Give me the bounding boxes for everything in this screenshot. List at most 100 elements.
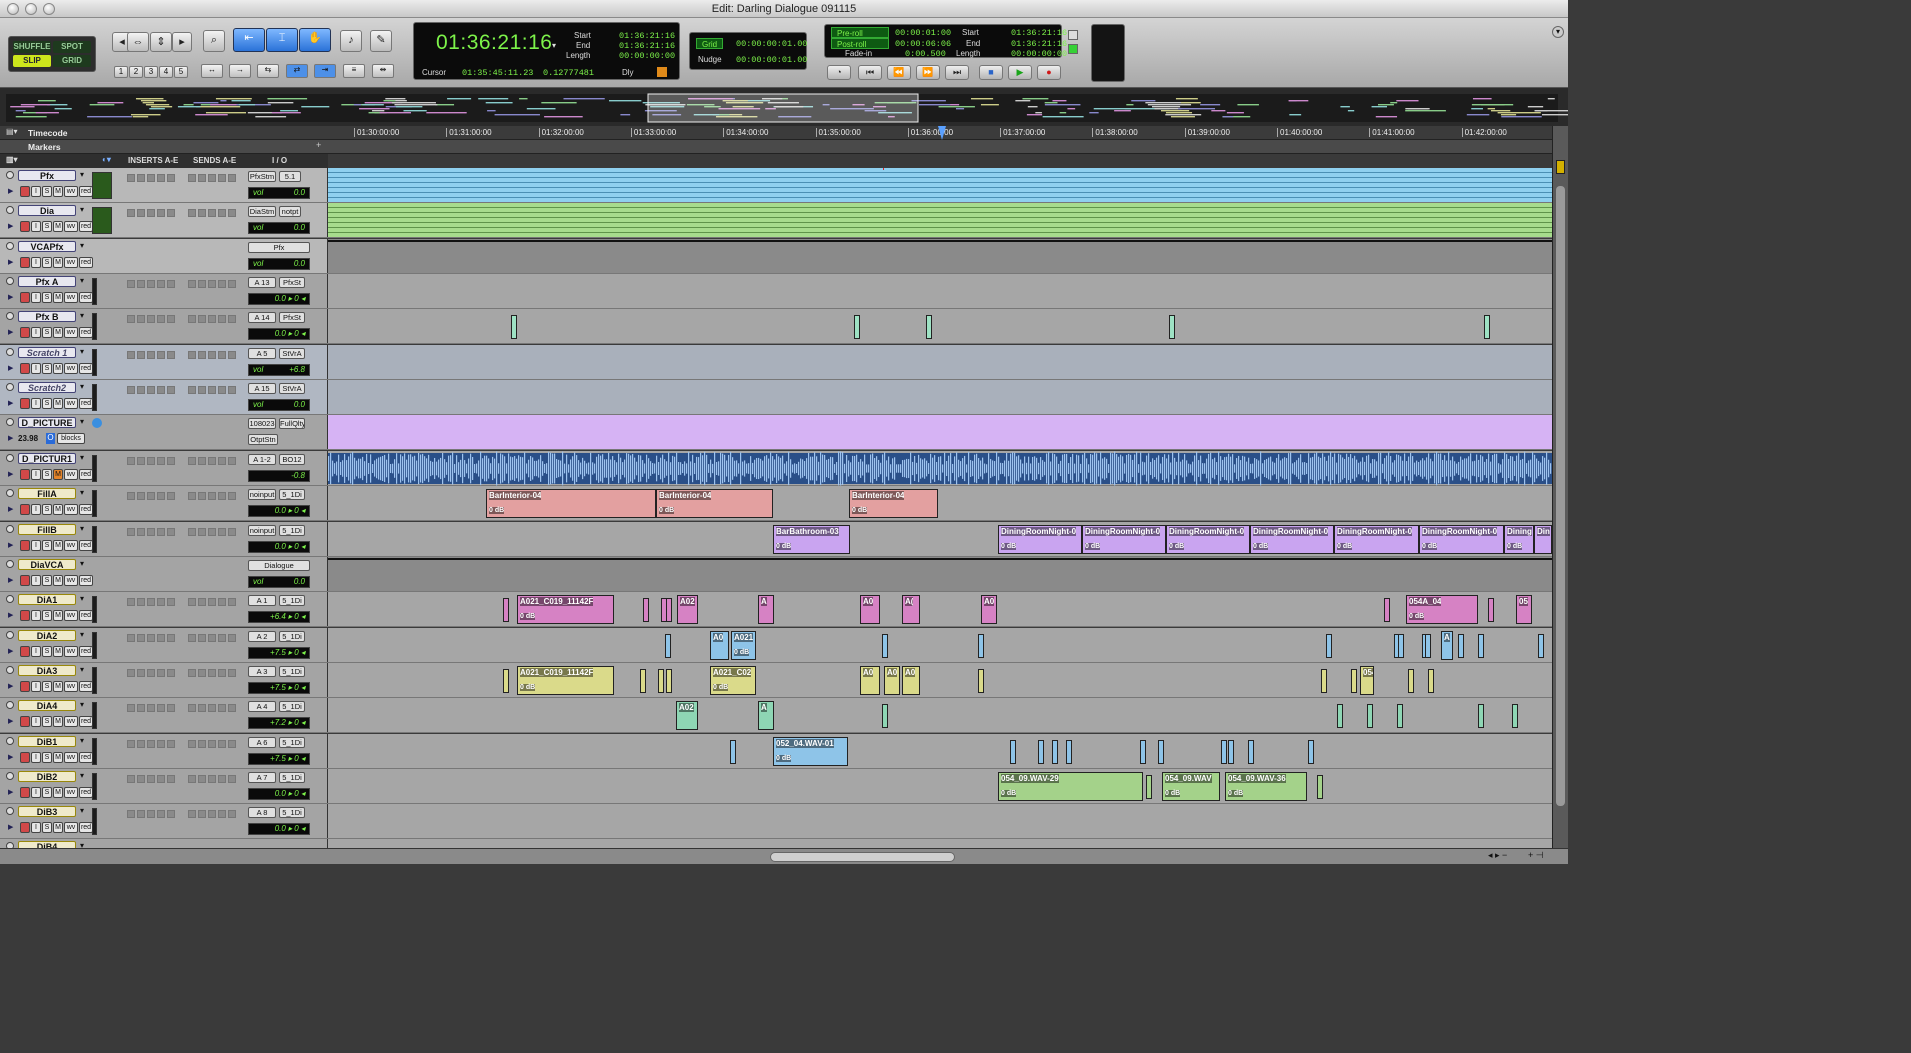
clip-fragment[interactable] <box>1326 634 1332 658</box>
input-selector[interactable]: Dialogue <box>248 560 310 571</box>
insert-slot[interactable] <box>127 634 135 642</box>
midi-merge-icon[interactable] <box>1068 30 1078 40</box>
send-slot[interactable] <box>218 386 226 394</box>
timebase-selector[interactable]: red <box>79 646 93 657</box>
input-monitor-button[interactable]: I <box>31 504 41 515</box>
insert-slot[interactable] <box>147 351 155 359</box>
send-slot[interactable] <box>218 492 226 500</box>
solo-button[interactable]: S <box>42 292 52 303</box>
stop-icon[interactable]: ■ <box>979 65 1003 80</box>
track-menu-icon[interactable]: ▾ <box>80 276 84 285</box>
solo-button[interactable]: S <box>42 186 52 197</box>
send-slot[interactable] <box>198 704 206 712</box>
insert-slot[interactable] <box>147 209 155 217</box>
insert-slot[interactable] <box>127 492 135 500</box>
insert-slot[interactable] <box>137 775 145 783</box>
track-menu-icon[interactable]: ▾ <box>80 630 84 639</box>
timebase-selector[interactable]: red <box>79 822 93 833</box>
track-menu-icon[interactable]: ▾ <box>80 488 84 497</box>
send-slot[interactable] <box>198 669 206 677</box>
send-slot[interactable] <box>208 351 216 359</box>
audio-clip[interactable]: A0 <box>902 666 920 695</box>
input-monitor-button[interactable]: I <box>31 186 41 197</box>
disclosure-triangle-icon[interactable]: ▶ <box>8 788 13 796</box>
input-monitor-button[interactable]: I <box>31 787 41 798</box>
track-fold-icon[interactable] <box>6 525 14 533</box>
send-slot[interactable] <box>198 598 206 606</box>
send-slot[interactable] <box>208 775 216 783</box>
timebase-selector[interactable]: red <box>79 752 93 763</box>
track-menu-icon[interactable]: ▾ <box>80 524 84 533</box>
track-playlist[interactable] <box>328 309 1552 343</box>
track-fold-icon[interactable] <box>6 737 14 745</box>
insert-slot[interactable] <box>157 280 165 288</box>
send-slot[interactable] <box>208 528 216 536</box>
zoom-preset-4[interactable]: 4 <box>159 66 173 78</box>
send-slot[interactable] <box>218 528 226 536</box>
shuffle-mode-button[interactable]: SHUFFLE <box>13 41 51 53</box>
insert-slot[interactable] <box>157 209 165 217</box>
solo-button[interactable]: S <box>42 610 52 621</box>
add-marker-icon[interactable]: + <box>316 140 321 150</box>
track-fold-icon[interactable] <box>6 383 14 391</box>
mute-button[interactable]: M <box>53 221 63 232</box>
track-name[interactable]: Pfx <box>18 170 76 181</box>
volume-display[interactable]: 0.0 ▸ 0 ◂ <box>248 788 310 800</box>
window-menu-chevron-icon[interactable]: ▾ <box>1552 26 1564 38</box>
insert-slot[interactable] <box>127 174 135 182</box>
audio-clip[interactable]: DiningRoomNight-0 0 dB <box>998 525 1082 554</box>
insert-slot[interactable] <box>147 174 155 182</box>
solo-button[interactable]: S <box>42 504 52 515</box>
output-selector[interactable]: StVrA <box>279 348 305 359</box>
disclosure-triangle-icon[interactable]: ▶ <box>8 647 13 655</box>
audio-clip[interactable]: BarInterior-04 0 dB <box>849 489 938 518</box>
send-slot[interactable] <box>218 740 226 748</box>
track-menu-icon[interactable]: ▾ <box>80 347 84 356</box>
track-playlist[interactable]: A0 A021 0 dB A <box>328 628 1552 662</box>
send-slot[interactable] <box>188 315 196 323</box>
track-name[interactable]: FillB <box>18 524 76 535</box>
volume-display[interactable]: 0.0 ▸ 0 ◂ <box>248 823 310 835</box>
disclosure-triangle-icon[interactable]: ▶ <box>8 753 13 761</box>
send-slot[interactable] <box>218 351 226 359</box>
track-name[interactable]: DiB2 <box>18 771 76 782</box>
audio-clip[interactable]: A <box>758 701 774 730</box>
output-selector[interactable]: 5.1 <box>279 171 301 182</box>
volume-display[interactable]: +7.5 ▸ 0 ◂ <box>248 647 310 659</box>
track-name[interactable]: DiA1 <box>18 594 76 605</box>
timebase-selector[interactable]: red <box>79 504 93 515</box>
clip-fragment[interactable] <box>926 315 932 339</box>
sel-length-value[interactable]: 00:00:00:00 <box>619 51 675 61</box>
insert-slot[interactable] <box>157 634 165 642</box>
mute-button[interactable]: M <box>53 822 63 833</box>
audio-clip[interactable]: Din <box>1534 525 1552 554</box>
audio-clip[interactable]: A0 <box>860 595 880 624</box>
mirror-midi-icon[interactable]: ⇆ <box>257 64 279 78</box>
clip-fragment[interactable] <box>978 634 984 658</box>
online-icon[interactable]: ◔ <box>827 65 851 80</box>
send-slot[interactable] <box>198 457 206 465</box>
mute-button[interactable]: M <box>53 646 63 657</box>
audio-clip[interactable]: 054_09.WAV-36 0 dB <box>1225 772 1307 801</box>
solo-button[interactable]: S <box>42 469 52 480</box>
clip-fragment[interactable] <box>1384 598 1390 622</box>
tab-to-transient-icon[interactable]: → <box>229 64 251 78</box>
insert-slot[interactable] <box>147 315 155 323</box>
video-view-selector[interactable]: blocks <box>57 433 85 444</box>
insert-slot[interactable] <box>127 351 135 359</box>
volume-display[interactable]: 0.0 ▸ 0 ◂ <box>248 505 310 517</box>
timebase-selector[interactable]: red <box>79 363 93 374</box>
send-slot[interactable] <box>208 386 216 394</box>
horizontal-scroll-thumb[interactable] <box>770 852 955 862</box>
send-slot[interactable] <box>188 528 196 536</box>
transport-start-value[interactable]: 01:36:21:16 <box>1011 28 1067 38</box>
audio-clip[interactable]: A021_C019_11142F 0 dB <box>517 666 614 695</box>
track-fold-icon[interactable] <box>6 348 14 356</box>
send-slot[interactable] <box>188 810 196 818</box>
view-selector[interactable]: wv <box>64 363 78 374</box>
trim-tool-icon[interactable]: ⇤ <box>233 28 265 52</box>
audio-clip[interactable]: DiningRoomNight-0 0 dB <box>1166 525 1250 554</box>
zoom-in-button[interactable]: ▸ <box>172 32 192 52</box>
clip-fragment[interactable] <box>511 315 517 339</box>
input-monitor-button[interactable]: I <box>31 610 41 621</box>
